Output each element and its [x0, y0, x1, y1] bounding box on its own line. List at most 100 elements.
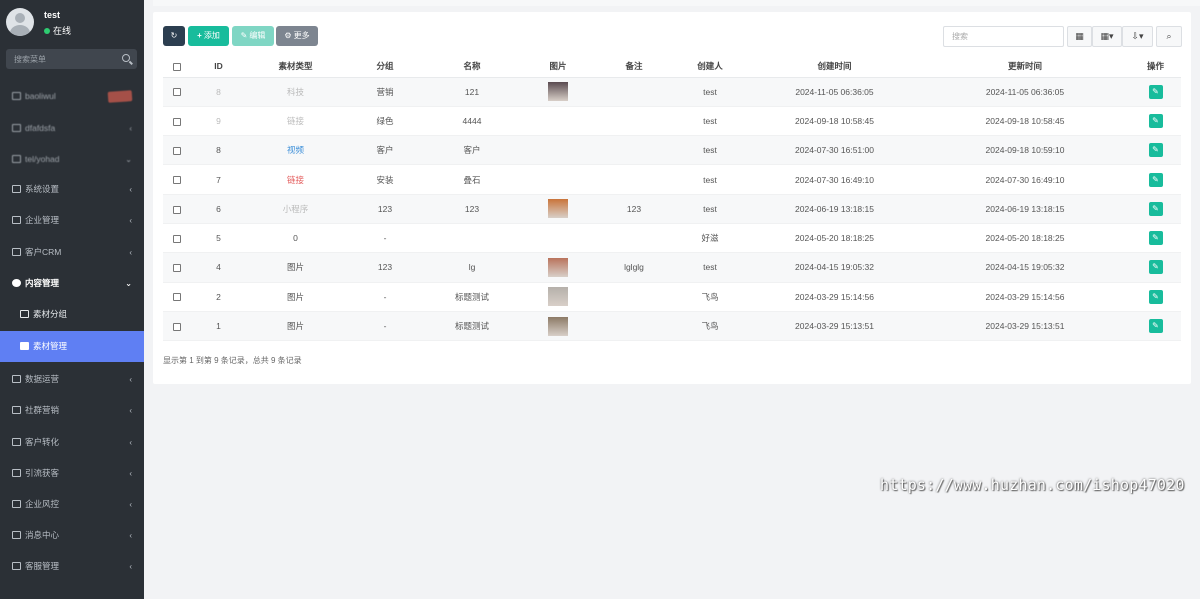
row-checkbox[interactable]: [173, 264, 181, 273]
table-row[interactable]: 9 链接 绿色 4444 test 2024-09-18 10:58:45 2024-09-…: [163, 106, 1181, 137]
cell-actions: ✎: [1130, 135, 1181, 166]
table-row[interactable]: 1 图片 - 标题测试 飞鸟 2024-03-29 15:13:51 2024-03-29 …: [163, 311, 1181, 342]
cell-updated: 2024-03-29 15:14:56: [920, 282, 1130, 312]
sidebar-item-6[interactable]: 内容管理 ⌄: [0, 268, 144, 299]
col-header-updated[interactable]: 更新时间: [920, 55, 1130, 78]
sidebar-item-14[interactable]: 消息中心 ‹: [0, 520, 144, 551]
sidebar-item-12[interactable]: 引流获客 ‹: [0, 458, 144, 489]
sidebar-item-10[interactable]: 社群营销 ‹: [0, 395, 144, 426]
sidebar-item-label: 素材管理: [33, 341, 68, 351]
col-header-name[interactable]: 名称: [425, 55, 519, 78]
edit-row-button[interactable]: ✎: [1148, 143, 1163, 158]
sidebar-item-15[interactable]: 客服管理 ‹: [0, 551, 144, 582]
cell-image: [519, 135, 597, 166]
cell-id: 8: [191, 77, 246, 107]
select-all-header[interactable]: [163, 55, 191, 78]
more-button[interactable]: ⚙ 更多: [276, 26, 318, 46]
sidebar-item-7[interactable]: 素材分组: [0, 299, 144, 330]
sidebar-search-input[interactable]: [6, 49, 116, 69]
table-body: 8 科技 营销 121 test 2024-11-05 06:36:05 2024-11-0…: [163, 77, 1181, 342]
row-checkbox[interactable]: [173, 293, 181, 302]
list-icon: [12, 124, 21, 132]
thumbnail-image[interactable]: [548, 287, 568, 307]
cell-updated: 2024-03-29 15:13:51: [920, 311, 1130, 342]
sidebar-item-0[interactable]: baoliwul: [0, 81, 144, 112]
table-row[interactable]: 4 图片 123 lg lglglg test 2024-04-15 19:05:32 202…: [163, 252, 1181, 283]
cell-actions: ✎: [1130, 77, 1181, 107]
thumbnail-image[interactable]: [548, 257, 568, 277]
col-header-creator[interactable]: 创建人: [671, 55, 749, 78]
sidebar-item-11[interactable]: 客户转化 ‹: [0, 427, 144, 458]
sidebar-item-1[interactable]: dfafdsfa ‹: [0, 113, 144, 144]
columns-button[interactable]: ▦▾: [1092, 26, 1122, 47]
edit-row-button[interactable]: ✎: [1148, 289, 1163, 304]
sidebar-item-5[interactable]: 客户CRM ‹: [0, 237, 144, 268]
cell-updated: 2024-09-18 10:59:10: [920, 135, 1130, 166]
sidebar-item-4[interactable]: 企业管理 ‹: [0, 205, 144, 236]
col-header-note[interactable]: 备注: [597, 55, 671, 78]
edit-row-button[interactable]: ✎: [1148, 113, 1163, 128]
thumbnail-image[interactable]: [548, 199, 568, 219]
col-header-created[interactable]: 创建时间: [749, 55, 920, 78]
cell-updated: 2024-06-19 13:18:15: [920, 194, 1130, 224]
col-header-image[interactable]: 图片: [519, 55, 597, 78]
table-header-row: ID 素材类型 分组 名称 图片 备注 创建人 创建时间 更新时间 操作: [163, 55, 1181, 78]
cell-name: 客户: [425, 135, 519, 166]
sidebar-item-3[interactable]: 系统设置 ‹: [0, 174, 144, 205]
avatar[interactable]: [6, 8, 34, 36]
refresh-button[interactable]: ↻: [163, 26, 185, 46]
cell-group: 123: [345, 252, 425, 283]
sidebar-item-13[interactable]: 企业风控 ‹: [0, 489, 144, 520]
table-row[interactable]: 8 视频 客户 客户 test 2024-07-30 16:51:00 2024-09-18…: [163, 135, 1181, 166]
edit-row-button[interactable]: ✎: [1148, 231, 1163, 246]
cell-creator: 飞鸟: [671, 311, 749, 342]
search-button[interactable]: ⌕: [1156, 26, 1182, 47]
sidebar-item-label: tel/yohad: [25, 154, 60, 164]
cell-name: 123: [425, 194, 519, 224]
table-search-input[interactable]: [943, 26, 1064, 47]
cell-actions: ✎: [1130, 194, 1181, 224]
search-icon[interactable]: [122, 54, 130, 62]
row-checkbox[interactable]: [173, 205, 181, 214]
edit-button[interactable]: ✎ 编辑: [232, 26, 274, 46]
table-row[interactable]: 2 图片 - 标题测试 飞鸟 2024-03-29 15:14:56 2024-03-29 …: [163, 282, 1181, 312]
cell-type: 图片: [246, 311, 345, 342]
edit-row-button[interactable]: ✎: [1148, 201, 1163, 216]
row-checkbox[interactable]: [173, 117, 181, 126]
table-row[interactable]: 7 链接 安装 叠石 test 2024-07-30 16:49:10 2024-07-30…: [163, 164, 1181, 195]
table-row[interactable]: 6 小程序 123 123 123 test 2024-06-19 13:18:15 2024…: [163, 194, 1181, 224]
row-checkbox[interactable]: [173, 176, 181, 185]
cell-group: 营销: [345, 77, 425, 107]
edit-row-button[interactable]: ✎: [1148, 172, 1163, 187]
export-button[interactable]: ⇩▾: [1122, 26, 1153, 47]
edit-row-button[interactable]: ✎: [1148, 319, 1163, 334]
select-all-checkbox[interactable]: [173, 62, 181, 71]
row-checkbox[interactable]: [173, 88, 181, 97]
cell-actions: ✎: [1130, 223, 1181, 254]
chevron-down-icon: ⌄: [125, 155, 132, 164]
col-header-id[interactable]: ID: [191, 55, 246, 78]
row-checkbox[interactable]: [173, 146, 181, 155]
cell-group: -: [345, 311, 425, 342]
sidebar-item-2[interactable]: tel/yohad ⌄: [0, 144, 144, 175]
toggle-view-button[interactable]: ▦: [1067, 26, 1092, 47]
col-header-type[interactable]: 素材类型: [246, 55, 345, 78]
circle-icon: [12, 500, 21, 508]
cell-group: 123: [345, 194, 425, 224]
thumbnail-image[interactable]: [548, 82, 568, 102]
cell-actions: ✎: [1130, 106, 1181, 137]
table-row[interactable]: 8 科技 营销 121 test 2024-11-05 06:36:05 2024-11-0…: [163, 77, 1181, 107]
cell-created: 2024-11-05 06:36:05: [749, 77, 920, 107]
add-button[interactable]: + 添加: [188, 26, 229, 46]
sidebar-item-9[interactable]: 数据运营 ‹: [0, 364, 144, 395]
col-header-group[interactable]: 分组: [345, 55, 425, 78]
row-checkbox[interactable]: [173, 234, 181, 243]
table-row[interactable]: 5 0- 好滋 2024-05-20 18:18:25 2024-05-20 18:18…: [163, 223, 1181, 254]
edit-row-button[interactable]: ✎: [1148, 260, 1163, 275]
inbox-icon: [12, 562, 21, 570]
sidebar-item-label: dfafdsfa: [25, 123, 56, 133]
thumbnail-image[interactable]: [548, 316, 568, 336]
row-checkbox[interactable]: [173, 322, 181, 331]
edit-row-button[interactable]: ✎: [1148, 84, 1163, 99]
sidebar-item-8[interactable]: 素材管理: [0, 331, 144, 362]
